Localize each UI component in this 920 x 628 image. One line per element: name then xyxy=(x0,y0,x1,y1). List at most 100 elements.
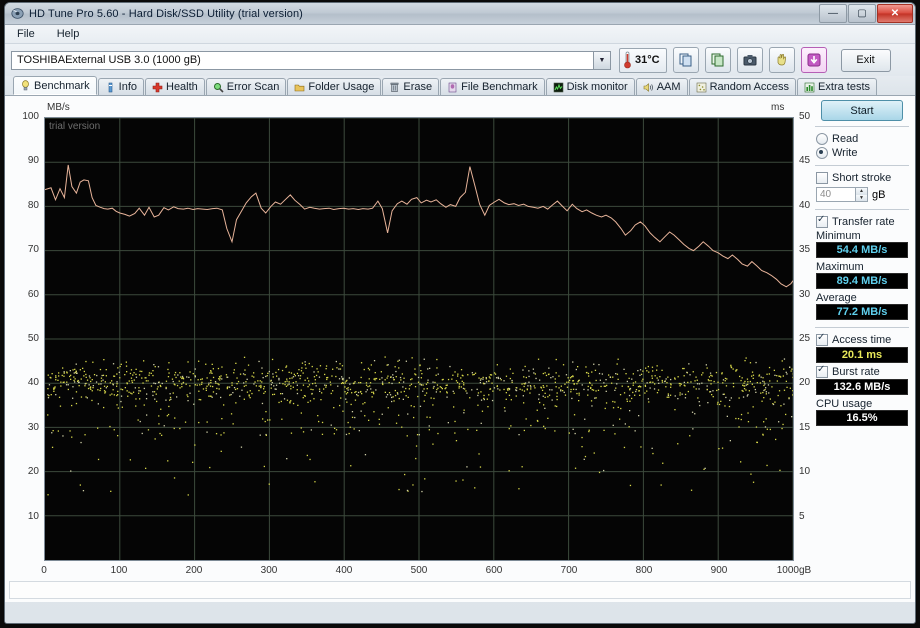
tab-error-scan[interactable]: Error Scan xyxy=(205,78,287,95)
speaker-icon xyxy=(643,82,653,92)
y-tick-label: 10 xyxy=(27,510,39,522)
hand-icon xyxy=(777,54,786,66)
y-tick-label: 30 xyxy=(27,421,39,433)
tab-bar: Benchmark Info Health Error Scan Folder … xyxy=(5,76,915,96)
burst-rate-checkbox[interactable] xyxy=(816,364,828,378)
radio-write-control[interactable] xyxy=(816,147,828,159)
copy-folder-button[interactable] xyxy=(704,47,731,73)
y-axis-unit: MB/s xyxy=(47,102,70,113)
radio-write-label: Write xyxy=(832,147,858,159)
stepper-buttons[interactable]: ▲ ▼ xyxy=(855,188,867,201)
copy-icon xyxy=(679,53,692,67)
transfer-rate-checkbox[interactable] xyxy=(816,214,828,228)
minimum-value: 54.4 MB/s xyxy=(816,242,908,258)
title-bar: HD Tune Pro 5.60 - Hard Disk/SSD Utility… xyxy=(5,3,915,25)
temperature-value: 31°C xyxy=(635,54,660,66)
content-area: MB/s ms trial version 10 20 30 40 50 60 70 80 90… xyxy=(5,96,915,602)
divider xyxy=(815,327,909,328)
short-stroke-input[interactable]: 40 ▲ ▼ xyxy=(816,187,868,202)
cpu-usage-value: 16.5% xyxy=(816,410,908,426)
divider xyxy=(815,165,909,166)
y-tick-label: 100 xyxy=(22,111,39,122)
tab-label: Erase xyxy=(403,81,433,93)
x-tick-label: 300 xyxy=(260,565,278,576)
checkbox-transfer-rate[interactable]: Transfer rate xyxy=(813,214,911,229)
disk-monitor-icon xyxy=(553,82,563,92)
access-time-label: Access time xyxy=(832,334,892,346)
tab-label: Benchmark xyxy=(34,79,90,92)
copy-button[interactable] xyxy=(672,47,699,73)
plot-svg xyxy=(44,117,795,560)
menu-item-file[interactable]: File xyxy=(13,27,39,41)
plot-area: trial version xyxy=(44,117,795,561)
toolbar: TOSHIBAExternal USB 3.0 (1000 gB) ▼ 31°C xyxy=(5,44,915,76)
x-tick-label: 800 xyxy=(635,565,653,576)
stepper-down-icon[interactable]: ▼ xyxy=(856,194,867,201)
tab-file-benchmark[interactable]: File Benchmark xyxy=(440,78,545,95)
screenshot-button[interactable] xyxy=(736,47,763,73)
tab-label: Info xyxy=(118,81,137,93)
divider xyxy=(815,209,909,210)
thermometer-icon xyxy=(624,51,631,69)
burst-rate-label: Burst rate xyxy=(832,366,880,378)
tab-erase[interactable]: Erase xyxy=(382,78,440,95)
tab-aam[interactable]: AAM xyxy=(635,78,688,95)
tab-label: Extra tests xyxy=(818,81,871,93)
device-select-value: TOSHIBAExternal USB 3.0 (1000 gB) xyxy=(17,54,201,66)
exit-button[interactable]: Exit xyxy=(840,48,891,72)
tab-benchmark[interactable]: Benchmark xyxy=(13,76,97,95)
hand-button[interactable] xyxy=(768,47,795,73)
tab-label: Health xyxy=(166,81,198,93)
short-stroke-checkbox[interactable] xyxy=(816,172,828,184)
download-button[interactable] xyxy=(800,47,827,73)
trash-icon xyxy=(390,82,399,92)
tab-extra-tests[interactable]: Extra tests xyxy=(797,78,878,95)
health-cross-icon xyxy=(152,82,163,92)
checkbox-short-stroke[interactable]: Short stroke xyxy=(813,171,911,185)
status-bar xyxy=(9,581,911,599)
radio-read-control[interactable] xyxy=(816,133,828,145)
transfer-rate-label: Transfer rate xyxy=(832,216,895,228)
start-button[interactable]: Start xyxy=(821,100,903,121)
close-button[interactable]: ✕ xyxy=(877,4,913,23)
cpu-usage-label: CPU usage xyxy=(816,398,873,410)
average-label: Average xyxy=(816,292,857,304)
x-tick-label: 900 xyxy=(710,565,728,576)
tab-health[interactable]: Health xyxy=(145,78,205,95)
checkbox-access-time[interactable]: Access time xyxy=(813,332,911,347)
chevron-down-icon[interactable]: ▼ xyxy=(593,51,610,69)
y-tick-label: 20 xyxy=(27,466,39,478)
extra-tests-icon xyxy=(804,82,815,92)
y-tick-label: 40 xyxy=(27,377,39,389)
x-tick-label: 700 xyxy=(560,565,578,576)
tab-folder-usage[interactable]: Folder Usage xyxy=(287,78,382,95)
menu-item-help[interactable]: Help xyxy=(53,27,84,41)
download-icon xyxy=(807,53,821,67)
minimum-label: Minimum xyxy=(816,230,861,242)
magnifier-icon xyxy=(213,82,224,93)
tab-info[interactable]: Info xyxy=(97,78,144,95)
hd-tune-window: HD Tune Pro 5.60 - Hard Disk/SSD Utility… xyxy=(4,2,916,624)
random-access-icon xyxy=(696,82,706,92)
tab-label: Folder Usage xyxy=(308,81,375,93)
tab-disk-monitor[interactable]: Disk monitor xyxy=(545,78,635,95)
tab-label: File Benchmark xyxy=(461,81,538,93)
x-tick-label: 1000gB xyxy=(776,565,812,576)
radio-read[interactable]: Read xyxy=(813,132,911,146)
checkbox-burst-rate[interactable]: Burst rate xyxy=(813,364,911,379)
copy-folder-icon xyxy=(711,53,724,67)
access-time-value: 20.1 ms xyxy=(816,347,908,363)
file-bench-icon xyxy=(448,82,457,92)
short-stroke-value: 40 xyxy=(820,189,832,200)
tab-label: Random Access xyxy=(709,81,790,93)
short-stroke-stepper[interactable]: 40 ▲ ▼ gB xyxy=(816,187,908,202)
maximize-button[interactable]: ▢ xyxy=(848,4,876,23)
tab-random-access[interactable]: Random Access xyxy=(688,78,797,95)
radio-write[interactable]: Write xyxy=(813,146,911,160)
access-time-checkbox[interactable] xyxy=(816,332,828,346)
x-tick-label: 500 xyxy=(410,565,428,576)
minimize-button[interactable]: — xyxy=(819,4,847,23)
trial-watermark: trial version xyxy=(49,121,101,132)
device-select[interactable]: TOSHIBAExternal USB 3.0 (1000 gB) ▼ xyxy=(11,50,611,70)
y-tick-label: 50 xyxy=(27,333,39,344)
